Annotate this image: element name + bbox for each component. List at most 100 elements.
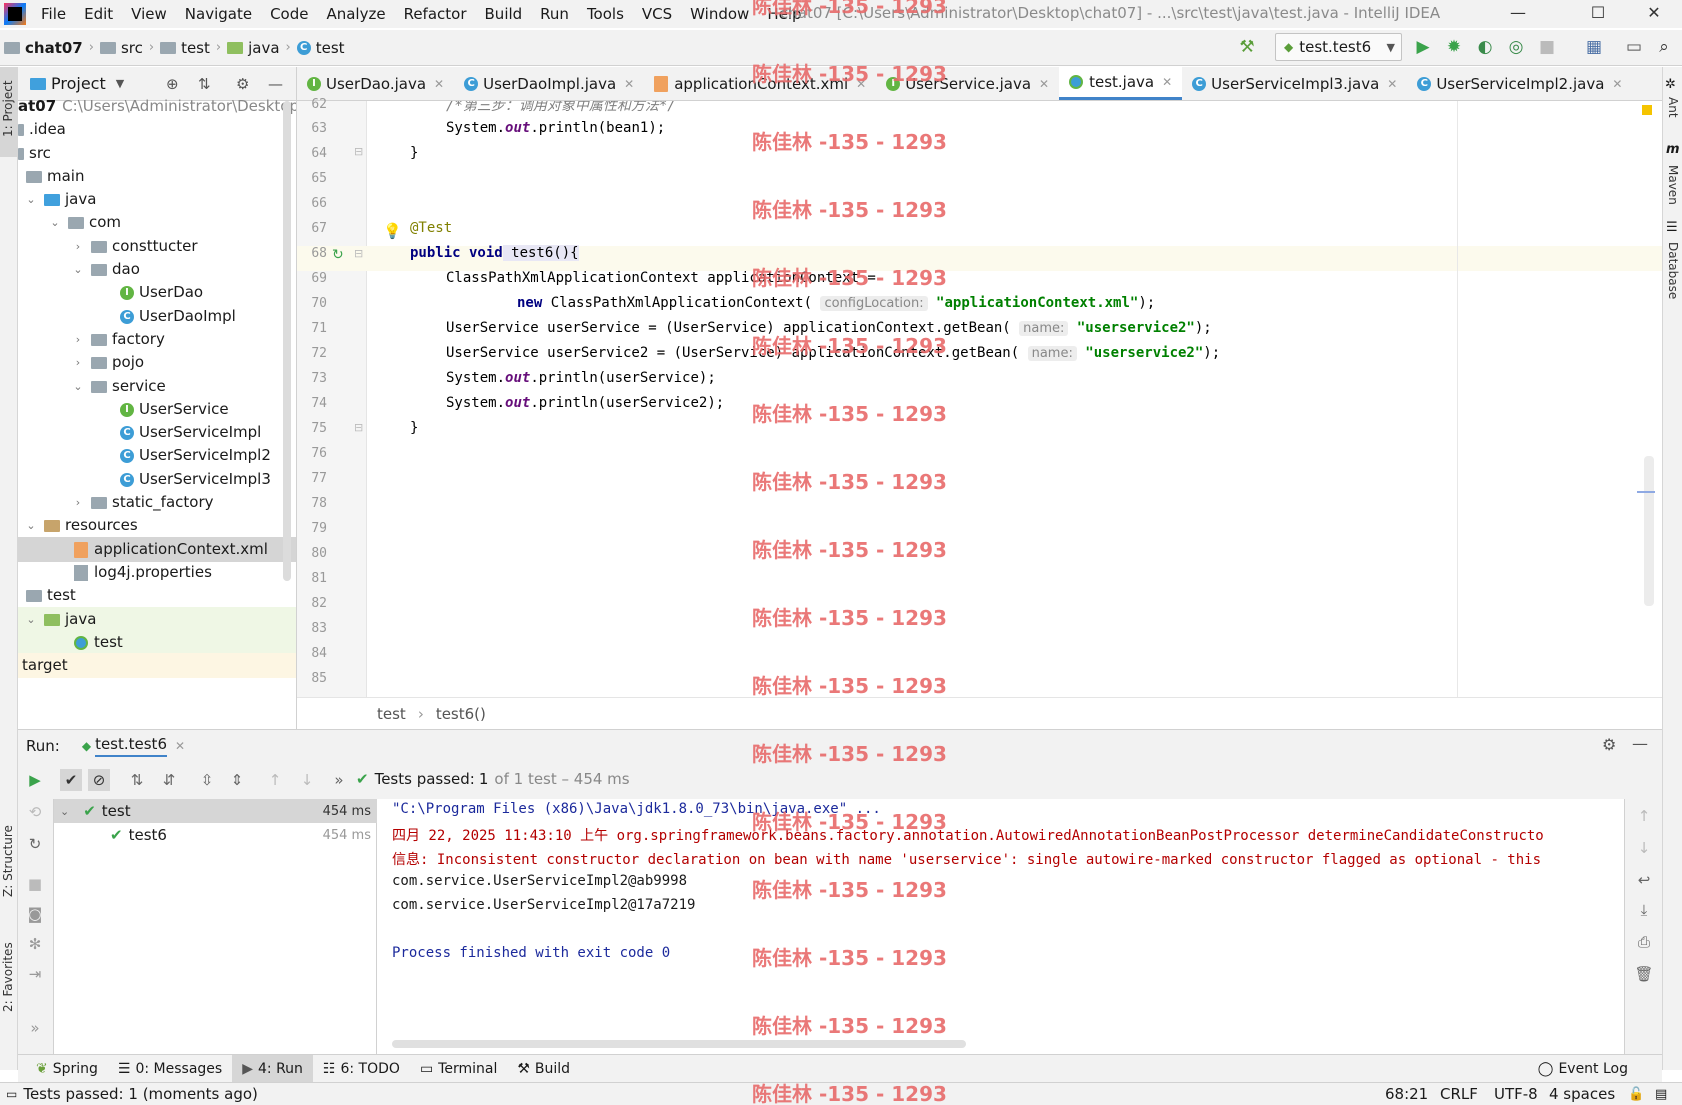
tab-test[interactable]: test.java ✕ xyxy=(1059,66,1183,100)
print-icon[interactable]: ⎙ xyxy=(1633,931,1655,953)
console-output[interactable]: "C:\Program Files (x86)\Java\jdk1.8.0_73… xyxy=(378,799,1624,1054)
tree-item-static-factory[interactable]: › static_factory xyxy=(18,490,296,515)
tool-run[interactable]: ▶ 4: Run xyxy=(232,1054,313,1083)
run-configuration-select[interactable]: ◆ test.test6 ▼ xyxy=(1275,33,1402,61)
tree-item-test[interactable]: test xyxy=(18,583,296,608)
tool-window-database[interactable]: Database xyxy=(1666,242,1680,299)
crumb-method-test6[interactable]: test6() xyxy=(436,705,486,723)
fold-icon[interactable]: ⊟ xyxy=(354,421,363,434)
run-tab-test6[interactable]: test.test6 xyxy=(95,735,167,757)
tree-item-userserviceimpl3[interactable]: C UserServiceImpl3 xyxy=(18,467,296,492)
profile-icon[interactable]: ◎ xyxy=(1505,36,1527,58)
tree-item-log4j[interactable]: log4j.properties xyxy=(18,560,296,585)
tree-item-consttucter[interactable]: › consttucter xyxy=(18,234,296,259)
run-icon[interactable]: ▶ xyxy=(1412,36,1434,58)
tree-item-factory[interactable]: › factory xyxy=(18,327,296,352)
tool-event-log[interactable]: ◯ Event Log xyxy=(1528,1055,1638,1083)
tab-userdao[interactable]: I UserDao.java ✕ xyxy=(297,67,454,100)
test-row-test6[interactable]: ✔ test6 454 ms xyxy=(54,823,377,847)
scroll-to-end-icon[interactable]: ⤓ xyxy=(1633,899,1655,921)
project-scrollbar[interactable] xyxy=(283,101,291,581)
run-test-gutter-icon[interactable]: ↻ xyxy=(332,247,344,263)
tree-item-userserviceimpl[interactable]: C UserServiceImpl xyxy=(18,420,296,445)
menu-file[interactable]: File xyxy=(32,0,75,28)
tool-build[interactable]: ⚒ Build xyxy=(507,1055,580,1083)
maximize-button[interactable]: ☐ xyxy=(1570,0,1626,28)
tree-item-target[interactable]: target xyxy=(18,653,296,678)
memory-indicator-icon[interactable]: ▤ xyxy=(1655,1087,1667,1102)
breadcrumb-java[interactable]: java xyxy=(223,39,283,57)
camera-icon[interactable]: ◙ xyxy=(24,903,46,925)
locate-icon[interactable]: ⊕ xyxy=(166,75,179,93)
sort-alpha-icon[interactable]: ⇅ xyxy=(126,769,148,791)
warning-marker-icon[interactable] xyxy=(1642,105,1652,115)
indent-setting[interactable]: 4 spaces xyxy=(1549,1085,1615,1103)
line-separator[interactable]: CRLF xyxy=(1440,1085,1478,1103)
menu-build[interactable]: Build xyxy=(476,0,532,28)
soft-wrap-icon[interactable]: ↩ xyxy=(1633,869,1655,891)
breadcrumb-project[interactable]: chat07 xyxy=(0,39,87,57)
tree-item-userdao[interactable]: I UserDao xyxy=(18,280,296,305)
rerun-failed-icon[interactable]: ⟲ xyxy=(24,801,46,823)
tool-window-ant[interactable]: Ant xyxy=(1666,97,1680,118)
editor-gutter[interactable]: 62 63 64 65 66 67 68 69 70 71 72 73 74 7… xyxy=(297,97,367,697)
tree-item-pojo[interactable]: › pojo xyxy=(18,350,296,375)
rerun-icon[interactable]: ▶ xyxy=(24,769,46,791)
tree-item-resources[interactable]: ⌄ resources xyxy=(18,513,296,538)
trash-icon[interactable]: 🗑 xyxy=(1633,963,1655,985)
tree-item-main[interactable]: main xyxy=(18,164,296,189)
build-hammer-icon[interactable]: ⚒ xyxy=(1236,36,1258,58)
tab-userserviceimpl2[interactable]: C UserServiceImpl2.java ✕ xyxy=(1407,67,1632,100)
search-icon[interactable]: ⌕ xyxy=(1653,36,1675,58)
lightbulb-icon[interactable]: 💡 xyxy=(383,222,402,240)
collapse-all-icon[interactable]: ⇅ xyxy=(198,75,211,93)
previous-test-icon[interactable]: ↑ xyxy=(264,769,286,791)
gear-icon[interactable]: ⚙ xyxy=(1602,735,1616,754)
tool-window-structure[interactable]: Z: Structure xyxy=(1,825,15,897)
tree-item-project-root[interactable]: at07 C:\Users\Administrator\Desktop\ xyxy=(18,94,296,119)
stop-icon[interactable]: ■ xyxy=(24,873,46,895)
more-icon[interactable]: » xyxy=(24,1017,46,1039)
menu-refactor[interactable]: Refactor xyxy=(395,0,476,28)
close-tab-icon[interactable]: ✕ xyxy=(1039,77,1049,91)
close-tab-icon[interactable]: ✕ xyxy=(1612,77,1622,91)
tree-item-dao[interactable]: ⌄ dao xyxy=(18,257,296,282)
toggle-auto-test-icon[interactable]: ↻ xyxy=(24,833,46,855)
tab-userdaoimpl[interactable]: C UserDaoImpl.java ✕ xyxy=(454,67,644,100)
tree-item-test-java[interactable]: ⌄ java xyxy=(18,607,296,632)
chevron-down-icon[interactable]: ▼ xyxy=(116,77,124,90)
lock-icon[interactable]: 🔓 xyxy=(1628,1087,1644,1102)
tree-item-test-class[interactable]: test xyxy=(18,630,296,655)
menu-run[interactable]: Run xyxy=(531,0,578,28)
breadcrumb-src[interactable]: src xyxy=(96,39,147,57)
editor-scrollbar[interactable] xyxy=(1644,456,1654,606)
tool-spring[interactable]: ❦ Spring xyxy=(26,1055,108,1083)
close-tab-icon[interactable]: ✕ xyxy=(175,739,185,753)
test-row-test[interactable]: ⌄ ✔ test 454 ms xyxy=(54,799,377,823)
menu-view[interactable]: View xyxy=(122,0,176,28)
project-panel-title[interactable]: Project xyxy=(51,74,106,93)
coverage-icon[interactable]: ◐ xyxy=(1474,36,1496,58)
tool-terminal[interactable]: ▭ Terminal xyxy=(410,1055,507,1083)
tree-item-idea[interactable]: .idea xyxy=(18,117,296,142)
close-tab-icon[interactable]: ✕ xyxy=(1387,77,1397,91)
tool-window-favorites[interactable]: 2: Favorites xyxy=(1,942,15,1012)
tool-window-maven[interactable]: Maven xyxy=(1666,165,1680,205)
show-ignored-icon[interactable]: ⊘ xyxy=(88,769,110,791)
hide-icon[interactable]: — xyxy=(1632,734,1648,753)
crumb-class-test[interactable]: test xyxy=(377,705,406,723)
tool-todo[interactable]: ☷ 6: TODO xyxy=(313,1055,410,1083)
import-tests-icon[interactable]: ✻ xyxy=(24,933,46,955)
tree-item-src[interactable]: src xyxy=(18,141,296,166)
close-tab-icon[interactable]: ✕ xyxy=(434,77,444,91)
menu-analyze[interactable]: Analyze xyxy=(317,0,394,28)
tool-window-project[interactable]: 1: Project xyxy=(1,80,15,137)
tree-item-userserviceimpl2[interactable]: C UserServiceImpl2 xyxy=(18,443,296,468)
debug-icon[interactable]: ✹ xyxy=(1443,36,1465,58)
hide-icon[interactable]: — xyxy=(268,75,283,93)
terminal-window-icon[interactable]: ▭ xyxy=(1623,36,1645,58)
menu-edit[interactable]: Edit xyxy=(75,0,122,28)
status-message[interactable]: Tests passed: 1 (moments ago) xyxy=(23,1085,258,1103)
tree-item-service[interactable]: ⌄ service xyxy=(18,374,296,399)
menu-navigate[interactable]: Navigate xyxy=(176,0,261,28)
